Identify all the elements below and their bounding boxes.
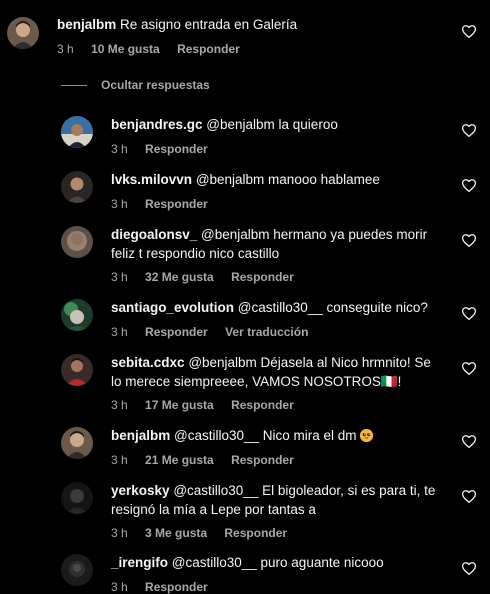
reply-text-block: benjalbm @castillo30__ Nico mira el dm xyxy=(111,427,441,446)
reply-text: @castillo30__ puro aguante nicooo xyxy=(171,555,384,570)
avatar[interactable] xyxy=(61,299,93,331)
avatar[interactable] xyxy=(61,116,93,148)
hide-replies-label[interactable]: Ocultar respuestas xyxy=(101,78,210,92)
likes-count[interactable]: 3 Me gusta xyxy=(145,526,207,540)
reply-time: 3 h xyxy=(111,453,128,467)
likes-count[interactable]: 10 Me gusta xyxy=(91,42,160,56)
reply-button[interactable]: Responder xyxy=(231,270,294,284)
reply-username[interactable]: santiago_evolution xyxy=(111,300,234,315)
comment-time: 3 h xyxy=(57,42,74,56)
reply-username[interactable]: diegoalonsv_ xyxy=(111,227,197,242)
reply-button[interactable]: Responder xyxy=(231,453,294,467)
hide-replies-toggle[interactable]: Ocultar respuestas xyxy=(61,77,210,93)
reply-time: 3 h xyxy=(111,526,128,540)
reply-button[interactable]: Responder xyxy=(224,526,287,540)
comment-username[interactable]: benjalbm xyxy=(57,17,116,32)
reply-username[interactable]: lvks.milovvn xyxy=(111,172,192,187)
comment-meta: 3 h 10 Me gusta Responder xyxy=(57,42,254,56)
reply-text-block: yerkosky @castillo30__ El bigoleador, si… xyxy=(111,482,441,519)
reply-text: @castillo30__ Nico mira el dm xyxy=(174,428,357,443)
comment-text: Re asigno entrada en Galería xyxy=(120,17,298,32)
reply-text: @benjalbm manooo hablamee xyxy=(195,172,380,187)
avatar[interactable] xyxy=(61,226,93,258)
reply-time: 3 h xyxy=(111,398,128,412)
reply-meta: 3 h Responder xyxy=(111,142,222,156)
reply-meta: 3 h 32 Me gusta Responder xyxy=(111,270,308,284)
avatar[interactable] xyxy=(61,354,93,386)
reply-button[interactable]: Responder xyxy=(145,197,208,211)
reply-username[interactable]: sebita.cdxc xyxy=(111,355,185,370)
likes-count[interactable]: 32 Me gusta xyxy=(145,270,214,284)
heart-outline-icon[interactable] xyxy=(462,562,476,575)
heart-outline-icon[interactable] xyxy=(462,179,476,192)
flag-exclaim: 🇮🇹! xyxy=(380,373,402,389)
reply-meta: 3 h Responder Ver traducción xyxy=(111,325,322,339)
reply-time: 3 h xyxy=(111,197,128,211)
likes-count[interactable]: 21 Me gusta xyxy=(145,453,214,467)
reply-text-block: diegoalonsv_ @benjalbm hermano ya puedes… xyxy=(111,226,441,263)
reply-username[interactable]: benjandres.gc xyxy=(111,117,203,132)
heart-outline-icon[interactable] xyxy=(462,362,476,375)
reply-meta: 3 h 21 Me gusta Responder xyxy=(111,453,308,467)
avatar[interactable] xyxy=(7,17,39,49)
reply-username[interactable]: benjalbm xyxy=(111,428,170,443)
heart-outline-icon[interactable] xyxy=(462,490,476,503)
avatar[interactable] xyxy=(61,427,93,459)
reply-time: 3 h xyxy=(111,270,128,284)
heart-outline-icon[interactable] xyxy=(462,124,476,137)
reply-button[interactable]: Responder xyxy=(177,42,240,56)
reply-button[interactable]: Responder xyxy=(231,398,294,412)
avatar[interactable] xyxy=(61,482,93,514)
reply-text: @benjalbm la quieroo xyxy=(206,117,338,132)
reply-button[interactable]: Responder xyxy=(145,142,208,156)
reply-meta: 3 h Responder xyxy=(111,580,222,594)
divider-line xyxy=(61,84,87,86)
heart-outline-icon[interactable] xyxy=(462,307,476,320)
reply-text-block: lvks.milovvn @benjalbm manooo hablamee xyxy=(111,171,441,190)
reply-button[interactable]: Responder xyxy=(145,325,208,339)
reply-text-block: benjandres.gc @benjalbm la quieroo xyxy=(111,116,441,135)
reply-meta: 3 h 3 Me gusta Responder xyxy=(111,526,301,540)
heart-outline-icon[interactable] xyxy=(462,234,476,247)
see-translation-button[interactable]: Ver traducción xyxy=(225,325,308,339)
avatar[interactable] xyxy=(61,171,93,203)
reply-meta: 3 h Responder xyxy=(111,197,222,211)
reply-time: 3 h xyxy=(111,580,128,594)
comment-text-block: benjalbm Re asigno entrada en Galería xyxy=(57,16,437,35)
reply-username[interactable]: _irengifo xyxy=(111,555,168,570)
reply-time: 3 h xyxy=(111,325,128,339)
reply-username[interactable]: yerkosky xyxy=(111,483,170,498)
reply-time: 3 h xyxy=(111,142,128,156)
reply-meta: 3 h 17 Me gusta Responder xyxy=(111,398,308,412)
reply-text-block: _irengifo @castillo30__ puro aguante nic… xyxy=(111,554,441,573)
heart-outline-icon[interactable] xyxy=(462,25,476,38)
avatar[interactable] xyxy=(61,554,93,586)
reply-text-block: sebita.cdxc @benjalbm Déjasela al Nico h… xyxy=(111,354,441,391)
reply-text: @castillo30__ conseguite nico? xyxy=(237,300,428,315)
likes-count[interactable]: 17 Me gusta xyxy=(145,398,214,412)
pleading-face-emoji xyxy=(360,429,374,442)
reply-button[interactable]: Responder xyxy=(145,580,208,594)
heart-outline-icon[interactable] xyxy=(462,435,476,448)
reply-text-block: santiago_evolution @castillo30__ consegu… xyxy=(111,299,441,318)
